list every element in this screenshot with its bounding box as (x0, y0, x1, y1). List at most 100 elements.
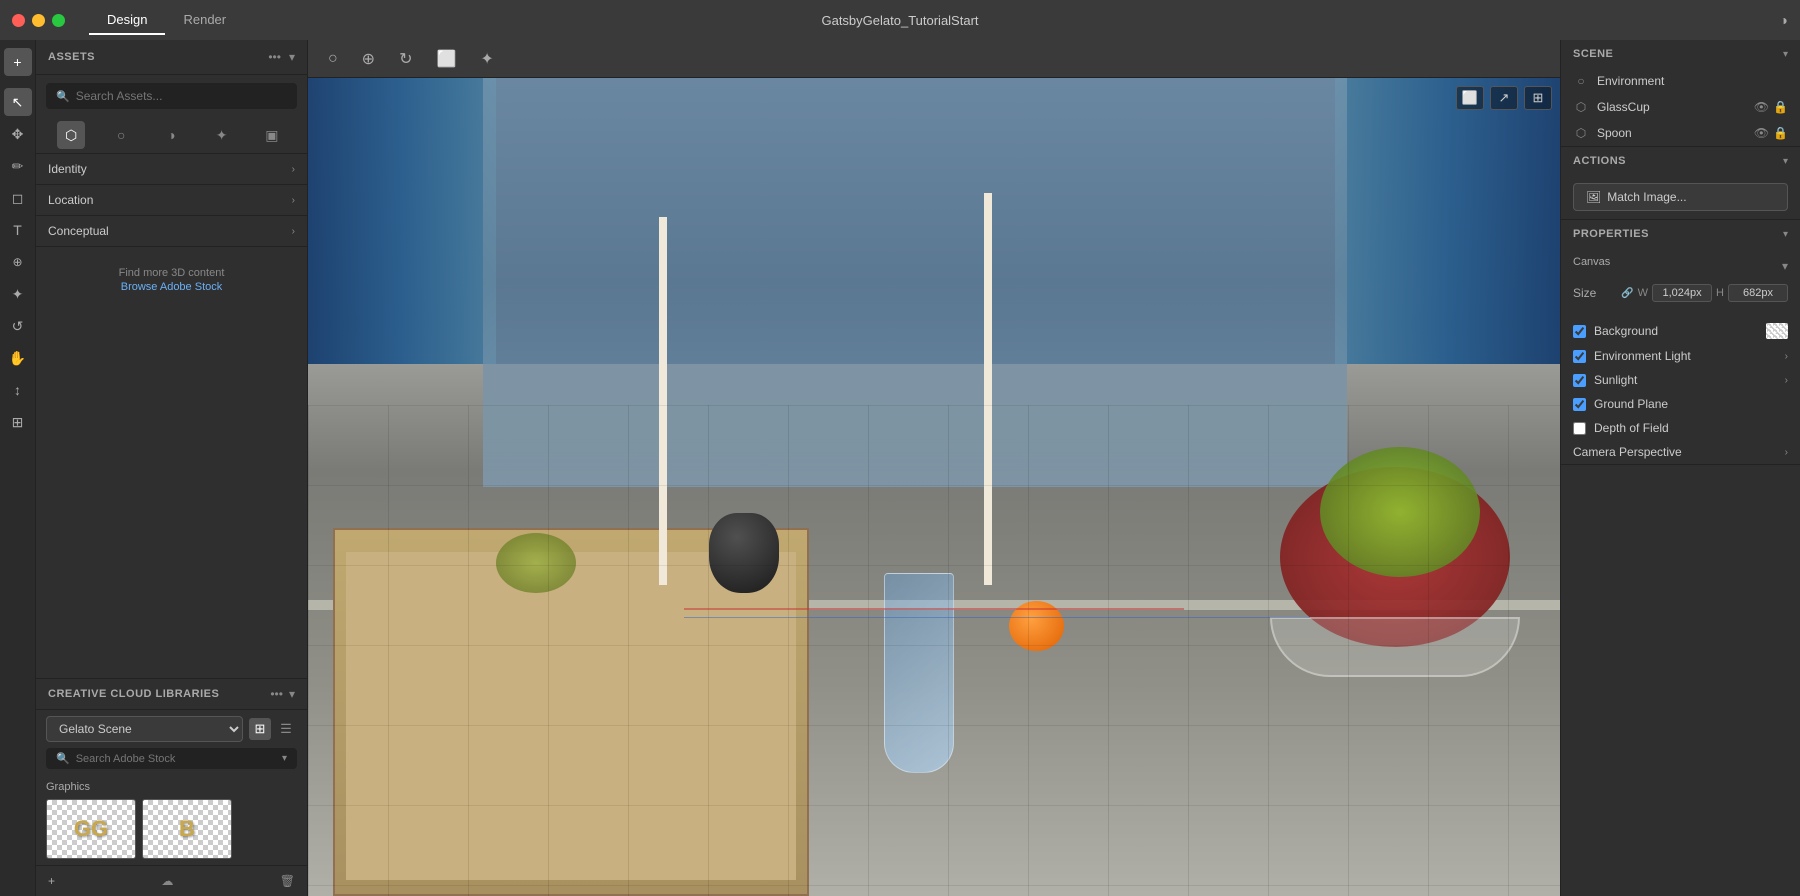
delete-asset-button[interactable]: 🗑 (280, 874, 295, 888)
depth-of-field-checkbox[interactable] (1573, 422, 1586, 435)
add-asset-button[interactable]: + (48, 874, 55, 888)
sunlight-arrow[interactable]: › (1785, 375, 1788, 386)
frame-icon[interactable]: ⬜ (432, 45, 460, 73)
assets-panel-actions: ••• ▾ (268, 50, 295, 64)
identity-section-header[interactable]: Identity › (36, 154, 307, 184)
panel-bottom: + ☁ 🗑 (36, 865, 307, 896)
scene-item-environment[interactable]: ○ Environment (1561, 68, 1800, 94)
spoon-lock-icon[interactable]: 🔒 (1773, 126, 1788, 140)
scene-item-spoon[interactable]: ⬡ Spoon 👁 🔒 (1561, 120, 1800, 146)
location-label: Location (48, 193, 292, 207)
fit-frame-button[interactable]: ⬜ (1456, 86, 1484, 110)
eyedropper-tool-button[interactable]: ⊕ (4, 248, 32, 276)
asset-tab-3d[interactable]: ⬡ (57, 121, 85, 149)
library-toolbar: Gelato Scene ⊞ ☰ (36, 710, 307, 748)
left-panel: ASSETS ••• ▾ 🔍 ⬡ ○ ◑ ✦ ▣ Identity › L (36, 40, 308, 896)
shape-tool-button[interactable]: ◻ (4, 184, 32, 212)
assets-collapse-button[interactable]: ▾ (289, 50, 295, 64)
stock-search-row[interactable]: 🔍 ▾ (46, 748, 297, 769)
effects-icon[interactable]: ✦ (476, 45, 497, 73)
ground-plane-row: Ground Plane (1561, 392, 1800, 416)
identity-label: Identity (48, 162, 292, 176)
stock-search-input[interactable] (76, 753, 282, 765)
asset-tab-images[interactable]: ▣ (258, 121, 286, 149)
properties-section: PROPERTIES ▾ Canvas ▾ Size 🔗 W H (1561, 220, 1800, 465)
select-mode-icon[interactable]: ○ (324, 46, 342, 72)
move-tool-button[interactable]: ✥ (4, 120, 32, 148)
minimize-button[interactable] (32, 14, 45, 27)
assets-search-input[interactable] (76, 89, 287, 103)
magic-tool-button[interactable]: ✦ (4, 280, 32, 308)
background-checkbox-row: Background (1561, 318, 1800, 344)
background-label: Background (1594, 324, 1760, 338)
assets-search-box[interactable]: 🔍 (46, 83, 297, 109)
width-input[interactable] (1652, 284, 1712, 302)
cc-more-button[interactable]: ••• (270, 687, 283, 701)
assets-more-button[interactable]: ••• (268, 50, 281, 64)
scene-item-glasscup[interactable]: ⬡ GlassCup 👁 🔒 (1561, 94, 1800, 120)
actions-section-header[interactable]: ACTIONS ▾ (1561, 147, 1800, 175)
canvas-area: ⬜ ↗ ⊞ (308, 78, 1560, 896)
height-input[interactable] (1728, 284, 1788, 302)
sunlight-row: Sunlight › (1561, 368, 1800, 392)
camera-arrow-icon[interactable]: › (1785, 447, 1788, 458)
move-tool-icon[interactable]: ⊕ (358, 45, 379, 73)
match-image-button[interactable]: 🖼 Match Image... (1573, 183, 1788, 211)
asset-tab-sparkle[interactable]: ✦ (208, 121, 236, 149)
browse-stock-link[interactable]: Browse Adobe Stock (48, 281, 295, 293)
tab-design[interactable]: Design (89, 6, 165, 35)
zoom-tool-button[interactable]: ↕ (4, 376, 32, 404)
glasscup-visibility-icon[interactable]: 👁 (1754, 100, 1769, 114)
paint-tool-button[interactable]: ✏ (4, 152, 32, 180)
select-tool-button[interactable]: ↖ (4, 88, 32, 116)
export-button[interactable]: ↗ (1490, 86, 1518, 110)
sunlight-checkbox[interactable] (1573, 374, 1586, 387)
environment-light-checkbox[interactable] (1573, 350, 1586, 363)
maximize-button[interactable] (52, 14, 65, 27)
properties-section-header[interactable]: PROPERTIES ▾ (1561, 220, 1800, 248)
library-dropdown[interactable]: Gelato Scene (46, 716, 243, 742)
grid-settings-button[interactable]: ⊞ (1524, 86, 1552, 110)
background-checkbox[interactable] (1573, 325, 1586, 338)
scene-expand-icon: ▾ (1783, 49, 1788, 60)
graphic-thumb-2[interactable]: B (142, 799, 232, 859)
add-tool-button[interactable]: + (4, 48, 32, 76)
location-section-header[interactable]: Location › (36, 185, 307, 215)
asset-tab-materials[interactable]: ○ (107, 121, 135, 149)
match-image-icon: 🖼 (1586, 190, 1601, 204)
conceptual-label: Conceptual (48, 224, 292, 238)
graphic-thumb-1[interactable]: GG (46, 799, 136, 859)
ground-plane-checkbox[interactable] (1573, 398, 1586, 411)
height-label: H (1716, 287, 1724, 299)
environment-light-arrow[interactable]: › (1785, 351, 1788, 362)
properties-content: Canvas ▾ Size 🔗 W H (1561, 248, 1800, 318)
actions-expand-icon: ▾ (1783, 156, 1788, 167)
glasscup-lock-icon[interactable]: 🔒 (1773, 100, 1788, 114)
actions-title: ACTIONS (1573, 155, 1783, 167)
spoon-visibility-icon[interactable]: 👁 (1754, 126, 1769, 140)
scene-section-header[interactable]: SCENE ▾ (1561, 40, 1800, 68)
background-thumb (1766, 323, 1788, 339)
camera-perspective-label: Camera Perspective (1573, 445, 1785, 459)
link-icon: 🔗 (1621, 288, 1633, 299)
undo-button[interactable]: ↺ (4, 312, 32, 340)
conceptual-section: Conceptual › (36, 216, 307, 247)
window-icon: ◑ (1780, 12, 1788, 28)
layers-tool-button[interactable]: ⊞ (4, 408, 32, 436)
cc-collapse-button[interactable]: ▾ (289, 687, 295, 701)
rotate-tool-icon[interactable]: ↻ (395, 45, 416, 73)
hand-tool-button[interactable]: ✋ (4, 344, 32, 372)
assets-panel-title: ASSETS (48, 51, 268, 63)
list-view-button[interactable]: ☰ (275, 718, 297, 740)
grid-view-button[interactable]: ⊞ (249, 718, 271, 740)
conceptual-section-header[interactable]: Conceptual › (36, 216, 307, 246)
asset-tab-lighting[interactable]: ◑ (157, 121, 185, 149)
main-layout: + ↖ ✥ ✏ ◻ T ⊕ ✦ ↺ ✋ ↕ ⊞ ASSETS ••• ▾ 🔍 ⬡… (0, 40, 1800, 896)
match-image-label: Match Image... (1607, 190, 1686, 204)
close-button[interactable] (12, 14, 25, 27)
canvas-collapse-icon[interactable]: ▾ (1782, 259, 1788, 273)
type-tool-button[interactable]: T (4, 216, 32, 244)
tab-render[interactable]: Render (165, 6, 244, 35)
scene-title: SCENE (1573, 48, 1783, 60)
environment-light-label: Environment Light (1594, 349, 1785, 363)
